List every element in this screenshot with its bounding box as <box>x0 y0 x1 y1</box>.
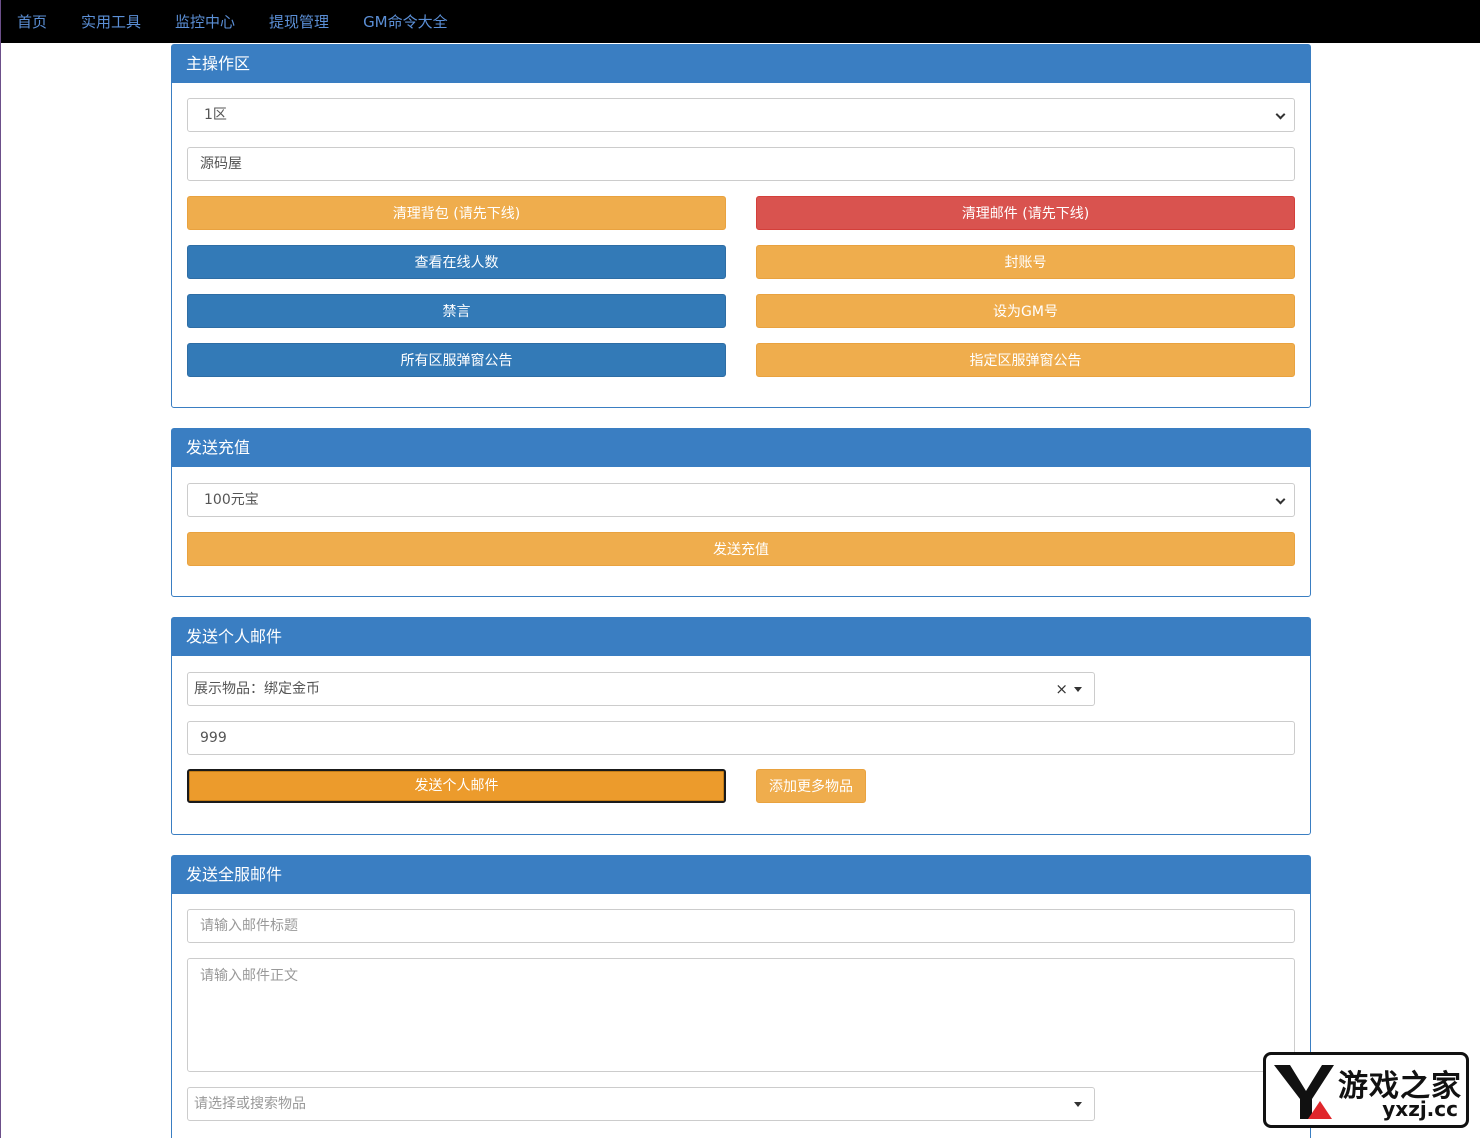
view-online-button[interactable]: 查看在线人数 <box>187 245 726 279</box>
item-select[interactable]: 展示物品：绑定金币 × <box>187 672 1095 706</box>
chevron-down-icon <box>1275 494 1286 505</box>
recharge-amount-value: 100元宝 <box>204 492 259 508</box>
set-gm-button[interactable]: 设为GM号 <box>756 294 1295 328</box>
specific-server-notice-button[interactable]: 指定区服弹窗公告 <box>756 343 1295 377</box>
server-mail-panel: 发送全服邮件 请输入邮件标题 请输入邮件正文 请选择或搜索物品 <box>171 855 1311 1138</box>
nav-home[interactable]: 首页 <box>17 11 47 32</box>
personal-mail-panel: 发送个人邮件 展示物品：绑定金币 × 999 发送个人邮件 添加更多物品 <box>171 617 1311 835</box>
item-select-value: 展示物品：绑定金币 <box>194 681 320 697</box>
add-more-items-button[interactable]: 添加更多物品 <box>756 769 866 803</box>
yxzj-logo-icon <box>1274 1065 1334 1119</box>
ban-account-button[interactable]: 封账号 <box>756 245 1295 279</box>
panel-title: 发送充值 <box>172 429 1310 467</box>
item-search-placeholder: 请选择或搜索物品 <box>194 1096 306 1112</box>
chevron-down-icon <box>1275 109 1286 120</box>
server-select[interactable]: 1区 <box>187 98 1295 132</box>
main-operations-panel: 主操作区 1区 源码屋 清理背包 (请先下线) 清理邮件 (请先下线) 查看在线… <box>171 44 1311 408</box>
nav-withdraw[interactable]: 提现管理 <box>269 11 329 32</box>
watermark-en-text: yxzj.cc <box>1382 1097 1458 1121</box>
clear-bag-button[interactable]: 清理背包 (请先下线) <box>187 196 726 230</box>
send-recharge-button[interactable]: 发送充值 <box>187 532 1295 566</box>
dropdown-arrow-icon <box>1074 1102 1082 1107</box>
panel-title: 主操作区 <box>172 45 1310 83</box>
mute-button[interactable]: 禁言 <box>187 294 726 328</box>
account-input[interactable]: 源码屋 <box>187 147 1295 181</box>
all-server-notice-button[interactable]: 所有区服弹窗公告 <box>187 343 726 377</box>
clear-icon[interactable]: × <box>1055 673 1068 705</box>
dropdown-arrow-icon <box>1074 687 1082 692</box>
item-search-select[interactable]: 请选择或搜索物品 <box>187 1087 1095 1121</box>
nav-monitor[interactable]: 监控中心 <box>175 11 235 32</box>
clear-mail-button[interactable]: 清理邮件 (请先下线) <box>756 196 1295 230</box>
panel-title: 发送全服邮件 <box>172 856 1310 894</box>
server-select-value: 1区 <box>204 107 227 123</box>
mail-subject-input[interactable]: 请输入邮件标题 <box>187 909 1295 943</box>
send-personal-mail-button[interactable]: 发送个人邮件 <box>187 769 726 803</box>
panel-title: 发送个人邮件 <box>172 618 1310 656</box>
nav-tools[interactable]: 实用工具 <box>81 11 141 32</box>
mail-body-textarea[interactable]: 请输入邮件正文 <box>187 958 1295 1072</box>
quantity-input[interactable]: 999 <box>187 721 1295 755</box>
recharge-panel: 发送充值 100元宝 发送充值 <box>171 428 1311 597</box>
watermark-logo: 游戏之家 yxzj.cc <box>1263 1052 1469 1128</box>
recharge-amount-select[interactable]: 100元宝 <box>187 483 1295 517</box>
nav-gm-commands[interactable]: GM命令大全 <box>363 11 448 32</box>
top-navbar: 首页 实用工具 监控中心 提现管理 GM命令大全 <box>1 0 1480 43</box>
